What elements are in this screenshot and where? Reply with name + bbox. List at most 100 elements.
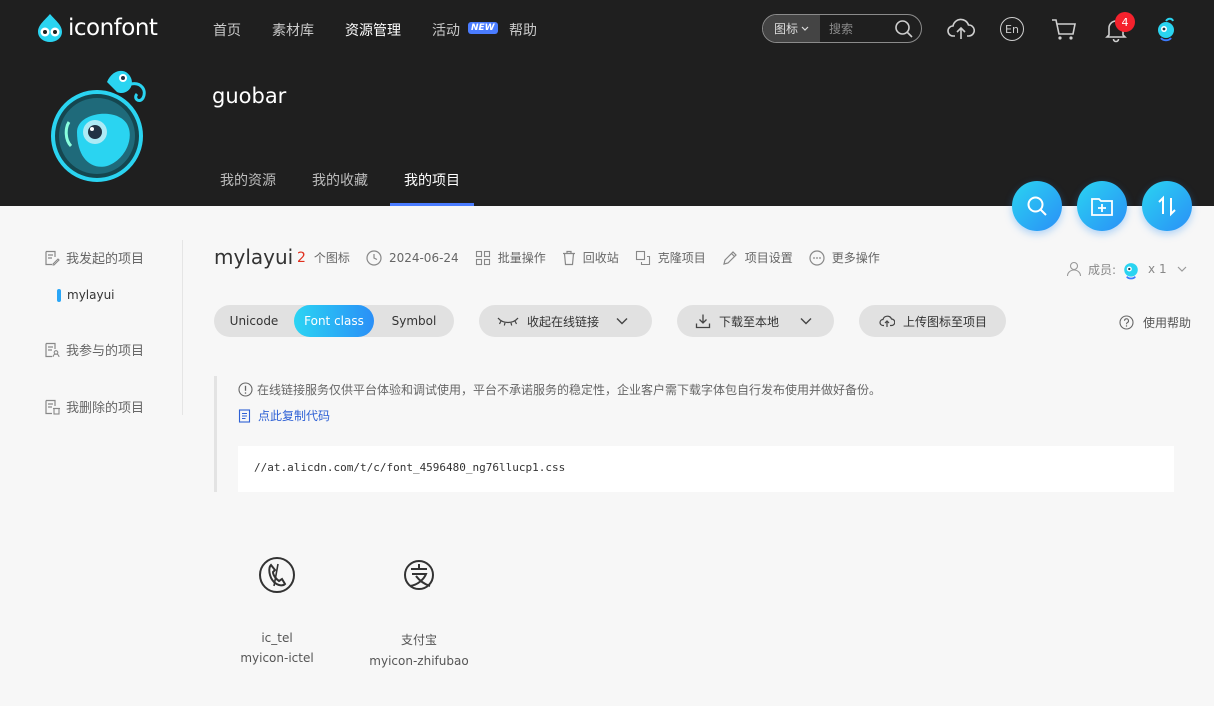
project-meta: 2 个图标 2024-06-24 批量操作 回收站 克隆项目 项目设置 更多操作 — [297, 249, 896, 266]
more-actions-label: 更多操作 — [831, 251, 880, 265]
copy-code-link[interactable]: 点此复制代码 — [238, 407, 330, 424]
download-button[interactable]: 下载至本地 — [677, 305, 834, 337]
language-icon[interactable]: En — [1000, 17, 1024, 41]
nav-help[interactable]: 帮助 — [509, 20, 537, 40]
search-type-label: 图标 — [773, 22, 798, 36]
upload-cloud-icon[interactable] — [947, 15, 975, 43]
css-link-code[interactable]: //at.alicdn.com/t/c/font_4596480_ng76llu… — [238, 446, 1174, 492]
profile-avatar — [51, 70, 146, 182]
sidebar-item-deleted[interactable]: 我删除的项目 — [44, 397, 144, 416]
avatar[interactable] — [1155, 16, 1177, 42]
sidebar-project-mylayui[interactable]: mylayui — [57, 288, 115, 302]
icon-class: myicon-zhifubao — [369, 654, 469, 668]
sidebar-item-label: 我参与的项目 — [66, 344, 145, 359]
info-circle-icon — [238, 382, 253, 397]
search-fab-button[interactable] — [1012, 181, 1062, 231]
recycle-bin-button[interactable]: 回收站 — [562, 249, 619, 266]
profile-username: guobar — [212, 84, 287, 108]
project-title: mylayui — [214, 245, 294, 269]
main-nav: 首页 素材库 资源管理 活动 NEW 帮助 — [213, 20, 568, 40]
cart-icon[interactable] — [1050, 15, 1078, 43]
clone-project-label: 克隆项目 — [657, 251, 706, 265]
tab-unicode[interactable]: Unicode — [214, 305, 294, 337]
batch-operations-label: 批量操作 — [497, 251, 546, 265]
alipay-icon — [404, 560, 434, 590]
clone-icon — [635, 250, 650, 265]
sort-button[interactable] — [1142, 181, 1192, 231]
active-indicator — [57, 288, 61, 302]
more-actions-button[interactable]: 更多操作 — [809, 249, 880, 266]
usage-help-label: 使用帮助 — [1143, 316, 1192, 330]
tab-my-favorites[interactable]: 我的收藏 — [302, 170, 378, 206]
new-badge: NEW — [468, 22, 498, 34]
clone-project-button[interactable]: 克隆项目 — [635, 249, 706, 266]
notice-message: 在线链接服务仅供平台体验和调试使用，平台不承诺服务的稳定性，企业客户需下载字体包… — [238, 381, 881, 398]
doc-user-icon — [45, 342, 60, 357]
copy-code-label: 点此复制代码 — [258, 409, 331, 423]
member-avatar — [1124, 263, 1138, 280]
question-circle-icon — [1119, 315, 1134, 330]
project-settings-button[interactable]: 项目设置 — [722, 249, 793, 266]
copy-doc-icon — [238, 408, 251, 423]
nav-resource-management[interactable]: 资源管理 — [345, 20, 401, 40]
trash-icon — [562, 250, 575, 265]
tab-symbol[interactable]: Symbol — [374, 305, 454, 337]
sidebar-item-participated[interactable]: 我参与的项目 — [44, 340, 144, 359]
search-icon — [1027, 196, 1047, 216]
download-label: 下载至本地 — [719, 314, 780, 329]
project-settings-label: 项目设置 — [744, 251, 793, 265]
download-icon — [695, 314, 711, 329]
folder-add-icon — [1091, 198, 1113, 216]
format-switch: Unicode Font class Symbol — [214, 305, 454, 337]
icon-card-zhifubao[interactable]: 支付宝 myicon-zhifubao — [359, 555, 479, 668]
icon-count-label: 个图标 — [313, 251, 350, 265]
collapse-online-link-label: 收起在线链接 — [527, 314, 600, 329]
eye-closed-icon — [497, 317, 519, 326]
edit-doc-icon — [45, 250, 60, 266]
icon-name: ic_tel — [261, 631, 293, 645]
logo-text: iconfont — [68, 15, 158, 41]
chevron-down-icon — [616, 318, 628, 325]
batch-operations-button[interactable]: 批量操作 — [475, 249, 546, 266]
sidebar-project-label: mylayui — [67, 288, 115, 302]
sidebar-item-initiated[interactable]: 我发起的项目 — [44, 248, 144, 267]
sidebar-item-label: 我发起的项目 — [66, 252, 145, 267]
upload-icons-label: 上传图标至项目 — [903, 314, 988, 329]
logo-icon — [38, 14, 62, 42]
nav-activities[interactable]: 活动 NEW — [432, 20, 498, 40]
user-icon — [1066, 261, 1082, 277]
sort-icon — [1158, 195, 1176, 217]
members-control[interactable]: 成员: x 1 — [1066, 258, 1193, 280]
more-icon — [809, 249, 825, 266]
nav-activities-label: 活动 — [432, 23, 460, 39]
tab-my-projects[interactable]: 我的项目 — [390, 170, 474, 206]
chevron-down-icon — [800, 318, 812, 325]
nav-library[interactable]: 素材库 — [272, 20, 314, 40]
new-project-button[interactable] — [1077, 181, 1127, 231]
usage-help-link[interactable]: 使用帮助 — [1119, 314, 1191, 331]
project-date-value: 2024-06-24 — [388, 250, 459, 265]
members-count: x 1 — [1148, 262, 1167, 276]
recycle-bin-label: 回收站 — [582, 251, 619, 265]
icon-class: myicon-ictel — [240, 651, 314, 665]
members-label: 成员: — [1088, 262, 1117, 277]
tab-my-resources[interactable]: 我的资源 — [210, 170, 286, 206]
search-icon[interactable] — [894, 19, 914, 39]
icon-card-ic-tel[interactable]: ic_tel myicon-ictel — [217, 555, 337, 665]
logo[interactable]: iconfont — [36, 13, 158, 43]
pencil-icon — [722, 250, 737, 265]
search-input[interactable]: 搜索 — [829, 20, 894, 37]
project-date: 2024-06-24 — [366, 249, 459, 266]
clock-icon — [366, 249, 382, 266]
nav-home[interactable]: 首页 — [213, 20, 241, 40]
grid-icon — [475, 250, 490, 265]
search-type-select[interactable]: 图标 — [763, 15, 820, 42]
collapse-online-link-button[interactable]: 收起在线链接 — [479, 305, 652, 337]
profile-tabs: 我的资源 我的收藏 我的项目 — [210, 170, 486, 206]
upload-icons-button[interactable]: 上传图标至项目 — [859, 305, 1006, 337]
chevron-down-icon — [801, 26, 809, 31]
icon-count: 2 — [297, 249, 306, 266]
upload-cloud-icon — [879, 315, 895, 327]
notification-badge: 4 — [1115, 12, 1135, 32]
tab-font-class[interactable]: Font class — [294, 305, 374, 337]
